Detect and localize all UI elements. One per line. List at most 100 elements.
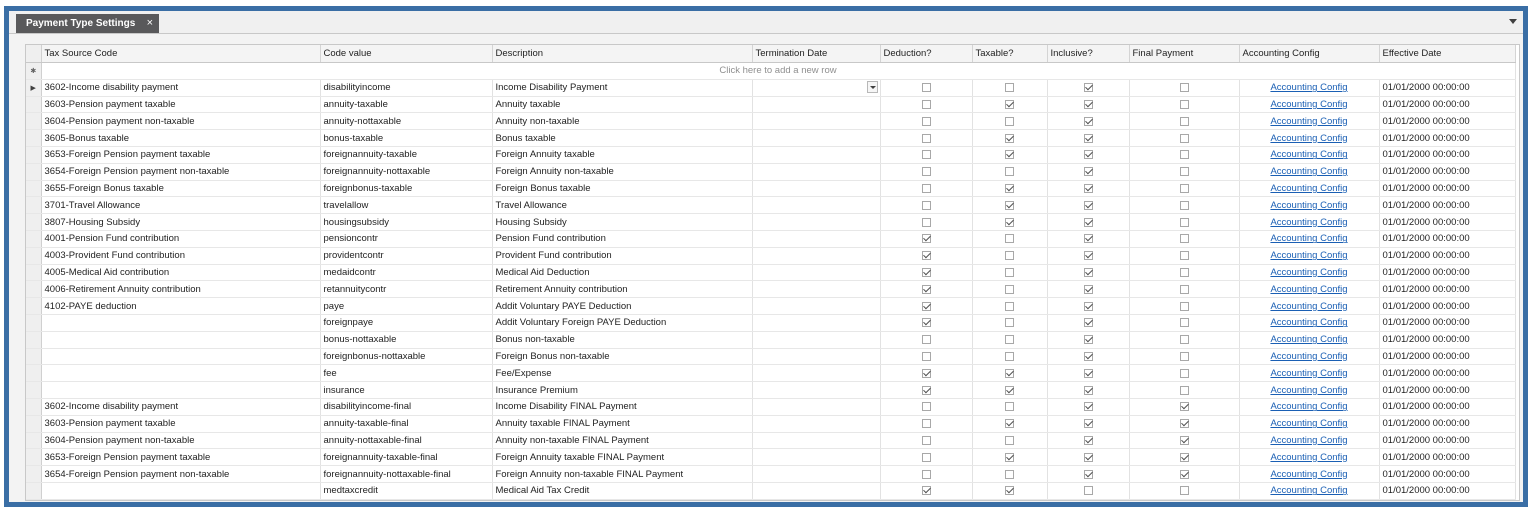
- description-cell[interactable]: Addit Voluntary Foreign PAYE Deduction: [492, 314, 753, 332]
- final-payment-checkbox[interactable]: [1179, 301, 1189, 311]
- deduction-checkbox[interactable]: [921, 183, 931, 193]
- code-value-cell[interactable]: paye: [320, 297, 493, 315]
- accounting-config-link[interactable]: Accounting Config: [1270, 385, 1347, 396]
- tax-source-code-cell[interactable]: [41, 331, 321, 349]
- table-row[interactable]: 4003-Provident Fund contribution providen…: [26, 247, 1516, 265]
- code-value-cell[interactable]: providentcontr: [320, 247, 493, 265]
- row-indicator[interactable]: [26, 112, 42, 131]
- accounting-config-link[interactable]: Accounting Config: [1270, 200, 1347, 211]
- tax-source-code-cell[interactable]: 4001-Pension Fund contribution: [41, 230, 321, 248]
- inclusive-checkbox[interactable]: [1083, 133, 1093, 143]
- table-row[interactable]: 3701-Travel Allowance travelallow Travel A…: [26, 196, 1516, 215]
- effective-date-cell[interactable]: 01/01/2000 00:00:00: [1379, 79, 1516, 97]
- inclusive-checkbox[interactable]: [1083, 267, 1093, 277]
- table-row[interactable]: 4001-Pension Fund contribution pensioncon…: [26, 230, 1516, 248]
- description-cell[interactable]: Income Disability FINAL Payment: [492, 398, 753, 416]
- termination-date-cell[interactable]: [752, 180, 881, 198]
- description-cell[interactable]: Addit Voluntary PAYE Deduction: [492, 297, 753, 315]
- effective-date-cell[interactable]: 01/01/2000 00:00:00: [1379, 331, 1516, 349]
- tax-source-code-cell[interactable]: 3701-Travel Allowance: [41, 196, 321, 215]
- effective-date-cell[interactable]: 01/01/2000 00:00:00: [1379, 196, 1516, 215]
- final-payment-checkbox[interactable]: [1179, 217, 1189, 227]
- accounting-config-link[interactable]: Accounting Config: [1270, 301, 1347, 312]
- taxable-checkbox[interactable]: [1005, 133, 1014, 143]
- inclusive-checkbox[interactable]: [1083, 217, 1093, 227]
- row-indicator[interactable]: [26, 180, 42, 198]
- add-new-row-prompt[interactable]: Click here to add a new row: [41, 62, 1516, 80]
- taxable-checkbox[interactable]: [1005, 284, 1014, 294]
- row-indicator[interactable]: [26, 146, 42, 164]
- tax-source-code-cell[interactable]: 3653-Foreign Pension payment taxable: [41, 146, 321, 164]
- deduction-checkbox[interactable]: [921, 116, 931, 126]
- accounting-config-link[interactable]: Accounting Config: [1270, 452, 1347, 463]
- termination-date-cell[interactable]: [752, 297, 881, 315]
- code-value-cell[interactable]: housingsubsidy: [320, 213, 493, 231]
- accounting-config-link[interactable]: Accounting Config: [1270, 250, 1347, 261]
- description-cell[interactable]: Housing Subsidy: [492, 213, 753, 231]
- table-row[interactable]: 4102-PAYE deduction paye Addit Voluntary P…: [26, 297, 1516, 315]
- column-header-code-value[interactable]: Code value: [320, 45, 493, 63]
- final-payment-checkbox[interactable]: [1179, 335, 1189, 345]
- table-row[interactable]: bonus-nottaxable Bonus non-taxable Account…: [26, 331, 1516, 349]
- termination-date-cell[interactable]: [752, 448, 881, 467]
- tax-source-code-cell[interactable]: [41, 348, 321, 366]
- inclusive-checkbox[interactable]: [1083, 99, 1093, 109]
- inclusive-checkbox[interactable]: [1083, 368, 1093, 378]
- final-payment-checkbox[interactable]: [1179, 167, 1189, 177]
- description-cell[interactable]: Pension Fund contribution: [492, 230, 753, 248]
- deduction-checkbox[interactable]: [921, 351, 931, 361]
- table-row[interactable]: 3604-Pension payment non-taxable annuity-…: [26, 112, 1516, 131]
- accounting-config-link[interactable]: Accounting Config: [1270, 351, 1347, 362]
- termination-date-cell[interactable]: [752, 247, 881, 265]
- row-indicator[interactable]: [26, 331, 42, 349]
- termination-date-cell[interactable]: [752, 482, 881, 500]
- final-payment-checkbox[interactable]: [1179, 351, 1189, 361]
- effective-date-cell[interactable]: 01/01/2000 00:00:00: [1379, 432, 1516, 450]
- column-header-final-payment[interactable]: Final Payment: [1129, 45, 1240, 63]
- tax-source-code-cell[interactable]: 3604-Pension payment non-taxable: [41, 112, 321, 131]
- row-indicator[interactable]: [26, 465, 42, 483]
- column-header-deduction[interactable]: Deduction?: [880, 45, 973, 63]
- final-payment-checkbox[interactable]: [1179, 183, 1189, 193]
- description-cell[interactable]: Foreign Bonus non-taxable: [492, 348, 753, 366]
- taxable-checkbox[interactable]: [1005, 335, 1014, 345]
- code-value-cell[interactable]: bonus-taxable: [320, 129, 493, 147]
- inclusive-checkbox[interactable]: [1083, 351, 1093, 361]
- effective-date-cell[interactable]: 01/01/2000 00:00:00: [1379, 364, 1516, 383]
- tax-source-code-cell[interactable]: 4003-Provident Fund contribution: [41, 247, 321, 265]
- inclusive-checkbox[interactable]: [1083, 183, 1093, 193]
- column-header-effective-date[interactable]: Effective Date: [1379, 45, 1516, 63]
- effective-date-cell[interactable]: 01/01/2000 00:00:00: [1379, 129, 1516, 147]
- code-value-cell[interactable]: foreignannuity-nottaxable: [320, 163, 493, 181]
- accounting-config-link[interactable]: Accounting Config: [1270, 368, 1347, 379]
- code-value-cell[interactable]: foreignannuity-taxable-final: [320, 448, 493, 467]
- tax-source-code-cell[interactable]: 3655-Foreign Bonus taxable: [41, 180, 321, 198]
- table-row[interactable]: 3602-Income disability payment disability…: [26, 398, 1516, 416]
- description-cell[interactable]: Foreign Annuity taxable FINAL Payment: [492, 448, 753, 467]
- taxable-checkbox[interactable]: [1005, 200, 1014, 210]
- taxable-checkbox[interactable]: [1005, 183, 1014, 193]
- description-cell[interactable]: Annuity non-taxable FINAL Payment: [492, 432, 753, 450]
- accounting-config-link[interactable]: Accounting Config: [1270, 469, 1347, 480]
- termination-date-cell[interactable]: [752, 415, 881, 433]
- inclusive-checkbox[interactable]: [1083, 452, 1093, 462]
- code-value-cell[interactable]: foreignannuity-nottaxable-final: [320, 465, 493, 483]
- code-value-cell[interactable]: annuity-nottaxable-final: [320, 432, 493, 450]
- table-row[interactable]: 3653-Foreign Pension payment taxable fore…: [26, 448, 1516, 467]
- inclusive-checkbox[interactable]: [1083, 116, 1093, 126]
- close-icon[interactable]: ×: [147, 18, 153, 33]
- tax-source-code-cell[interactable]: 3605-Bonus taxable: [41, 129, 321, 147]
- accounting-config-link[interactable]: Accounting Config: [1270, 284, 1347, 295]
- final-payment-checkbox[interactable]: [1179, 200, 1189, 210]
- description-cell[interactable]: Fee/Expense: [492, 364, 753, 383]
- inclusive-checkbox[interactable]: [1083, 301, 1093, 311]
- table-row[interactable]: 4005-Medical Aid contribution medaidcontr…: [26, 264, 1516, 282]
- final-payment-checkbox[interactable]: [1179, 116, 1189, 126]
- effective-date-cell[interactable]: 01/01/2000 00:00:00: [1379, 264, 1516, 282]
- column-header-taxable[interactable]: Taxable?: [972, 45, 1048, 63]
- taxable-checkbox[interactable]: [1005, 385, 1014, 395]
- final-payment-checkbox[interactable]: [1179, 234, 1189, 244]
- table-row[interactable]: 3655-Foreign Bonus taxable foreignbonus-t…: [26, 180, 1516, 198]
- final-payment-checkbox[interactable]: [1179, 435, 1189, 445]
- termination-date-cell[interactable]: [752, 381, 881, 399]
